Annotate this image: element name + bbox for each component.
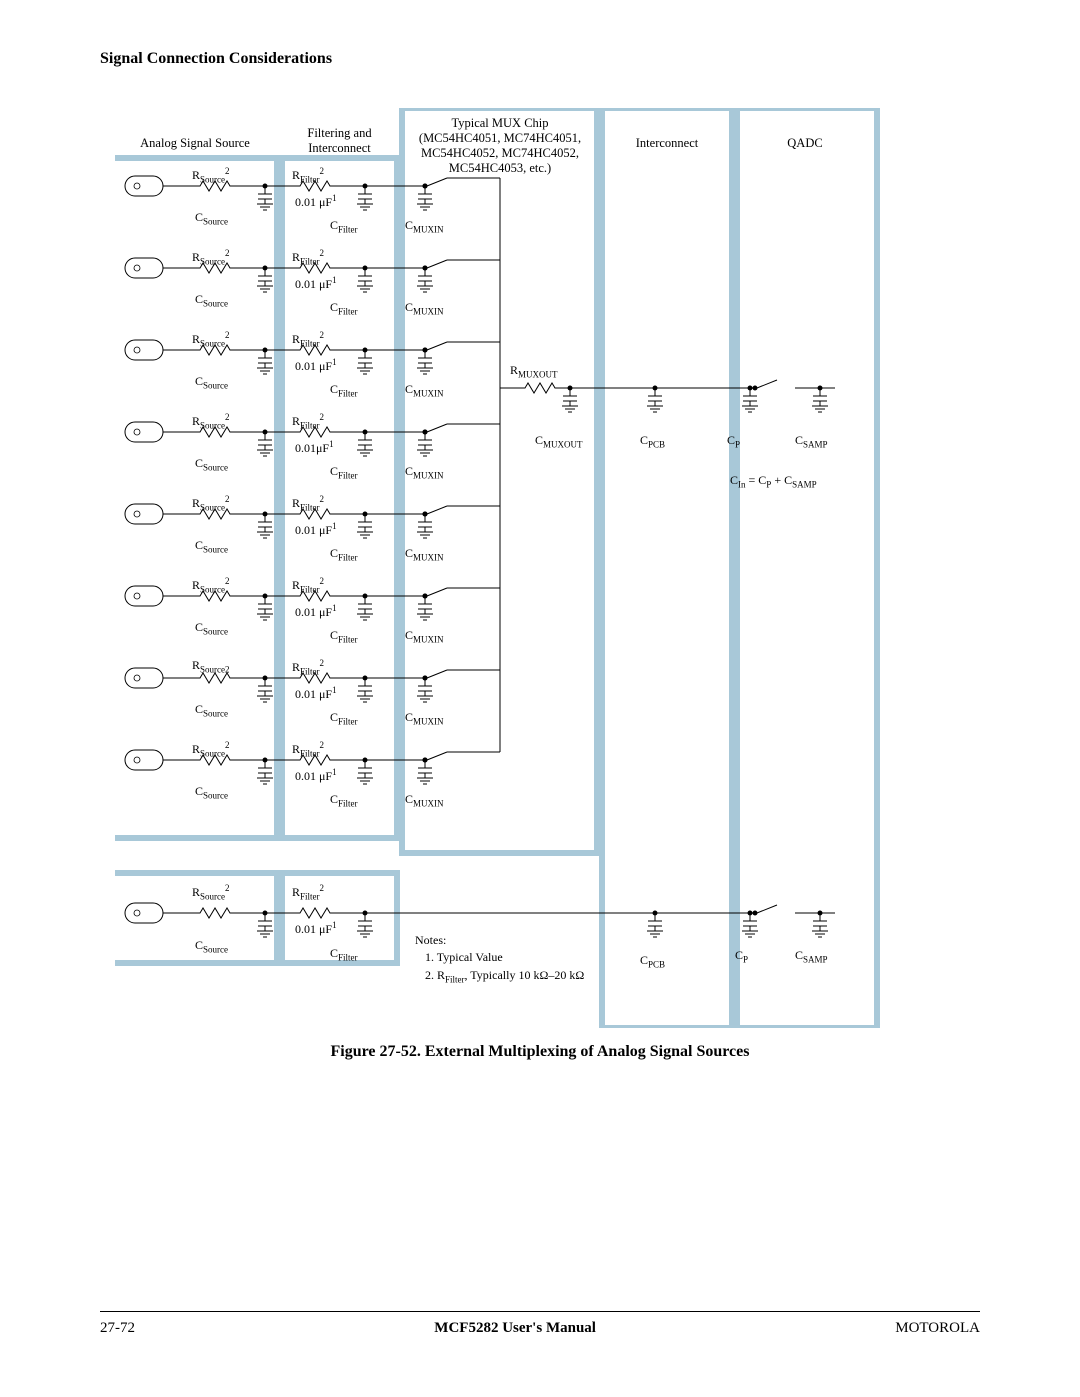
c-muxout-label: CMUXOUT: [535, 433, 583, 449]
r-muxout-label: RMUXOUT: [510, 363, 558, 379]
c-in-equation: CIn = CP + CSAMP: [730, 473, 817, 489]
note-2: 2. RFilter, Typically 10 kΩ–20 kΩ: [425, 968, 584, 984]
note-1: 1. Typical Value: [425, 950, 503, 965]
label-qadc: QADC: [740, 136, 870, 151]
c-muxin-label: CMUXIN: [405, 218, 444, 234]
label-analog-source: Analog Signal Source: [115, 136, 275, 151]
footer-page-number: 27-72: [100, 1320, 135, 1337]
footer-company: MOTOROLA: [895, 1320, 980, 1337]
notes-heading: Notes:: [415, 933, 446, 948]
diagram: Analog Signal Source Filtering and Inter…: [115, 108, 885, 1028]
cap-value: 0.01 μF1: [295, 193, 337, 210]
c-p-label: CP: [727, 433, 740, 449]
section-header: Signal Connection Considerations: [100, 50, 980, 68]
footer-manual-title: MCF5282 User's Manual: [434, 1320, 596, 1337]
c-samp-label: CSAMP: [795, 433, 828, 449]
r-filter-label: RFilter2: [292, 166, 324, 184]
c-source-label: CSource: [195, 210, 228, 226]
c-pcb-label: CPCB: [640, 433, 665, 449]
c-filter-label: CFilter: [330, 218, 358, 234]
label-interconnect: Interconnect: [607, 136, 727, 151]
label-mux: Typical MUX Chip (MC54HC4051, MC74HC4051…: [405, 116, 595, 176]
figure-caption: Figure 27-52. External Multiplexing of A…: [100, 1043, 980, 1061]
r-source-label: RSource2: [192, 166, 230, 184]
page-footer: 27-72 MCF5282 User's Manual MOTOROLA: [100, 1311, 980, 1337]
label-filter: Filtering and Interconnect: [282, 126, 397, 156]
